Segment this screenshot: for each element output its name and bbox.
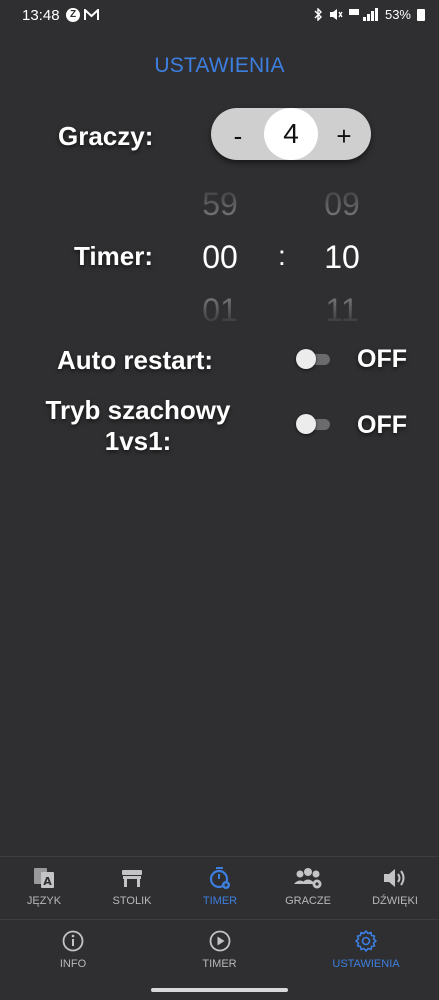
auto-restart-toggle[interactable] bbox=[296, 349, 330, 369]
nav-settings[interactable]: USTAWIENIA bbox=[293, 920, 439, 980]
bluetooth-icon bbox=[314, 8, 322, 21]
mute-icon bbox=[329, 9, 343, 20]
tab-timer-settings-label: TIMER bbox=[202, 895, 238, 907]
seconds-current: 10 bbox=[324, 239, 360, 275]
players-count: 4 bbox=[264, 108, 318, 160]
auto-restart-state: OFF bbox=[357, 345, 407, 373]
info-icon bbox=[62, 930, 84, 952]
status-right: 53% bbox=[314, 7, 425, 22]
status-time: 13:48 bbox=[22, 7, 60, 24]
tab-language[interactable]: A JĘZYK bbox=[0, 857, 88, 919]
players-stepper: - 4 + bbox=[211, 108, 371, 160]
nav-info-label: INFO bbox=[59, 958, 87, 970]
tab-language-label: JĘZYK bbox=[26, 895, 62, 907]
battery-percent: 53% bbox=[384, 7, 411, 22]
play-icon bbox=[209, 930, 230, 952]
players-label: Graczy: bbox=[58, 121, 154, 151]
increment-button[interactable]: + bbox=[317, 108, 371, 160]
mail-icon bbox=[84, 9, 99, 20]
gesture-handle[interactable] bbox=[151, 988, 288, 992]
notification-icon: Z bbox=[66, 8, 80, 22]
table-icon bbox=[122, 870, 142, 887]
tab-players-label: GRACZE bbox=[285, 895, 331, 907]
language-icon: A bbox=[34, 868, 54, 888]
volume-icon bbox=[384, 869, 405, 887]
auto-restart-label: Auto restart: bbox=[57, 345, 214, 375]
tab-table[interactable]: STOLIK bbox=[88, 857, 176, 919]
settings-sections-tabbar: A JĘZYK STOLIK TIMER GRACZE DŹWIĘKI bbox=[0, 856, 439, 919]
chess-mode-toggle[interactable] bbox=[296, 414, 330, 434]
bottom-navigation: INFO TIMER USTAWIENIA bbox=[0, 919, 439, 980]
nav-timer-label: TIMER bbox=[202, 958, 237, 970]
toggle-knob bbox=[296, 349, 316, 369]
timer-label: Timer: bbox=[74, 241, 153, 271]
tab-players[interactable]: GRACZE bbox=[264, 857, 352, 919]
gear-icon bbox=[355, 930, 377, 952]
nav-info[interactable]: INFO bbox=[0, 920, 146, 980]
decrement-button[interactable]: - bbox=[211, 108, 265, 160]
svg-text:A: A bbox=[43, 875, 52, 888]
status-bar: 13:48 Z 53% bbox=[0, 0, 439, 32]
timer-settings-icon bbox=[209, 867, 230, 889]
players-settings-icon bbox=[294, 868, 322, 889]
picker-fade-top bbox=[180, 180, 380, 228]
minutes-current: 00 bbox=[202, 239, 238, 275]
chess-mode-state: OFF bbox=[357, 411, 407, 439]
tab-sounds[interactable]: DŹWIĘKI bbox=[351, 857, 439, 919]
tab-table-label: STOLIK bbox=[112, 895, 152, 907]
timer-separator: : bbox=[278, 240, 286, 271]
nav-timer[interactable]: TIMER bbox=[146, 920, 293, 980]
chess-mode-label-line2: 1vs1: bbox=[104, 426, 172, 456]
toggle-knob bbox=[296, 414, 316, 434]
tab-sounds-label: DŹWIĘKI bbox=[372, 895, 418, 907]
chess-mode-label-line1: Tryb szachowy bbox=[45, 395, 231, 425]
page-title: USTAWIENIA bbox=[154, 54, 285, 77]
signal-icon bbox=[348, 8, 378, 21]
tab-timer-settings[interactable]: TIMER bbox=[176, 857, 264, 919]
battery-icon bbox=[417, 8, 425, 21]
picker-fade-bottom bbox=[180, 288, 380, 328]
chess-mode-label: Tryb szachowy 1vs1: bbox=[0, 395, 276, 457]
nav-settings-label: USTAWIENIA bbox=[332, 958, 400, 970]
